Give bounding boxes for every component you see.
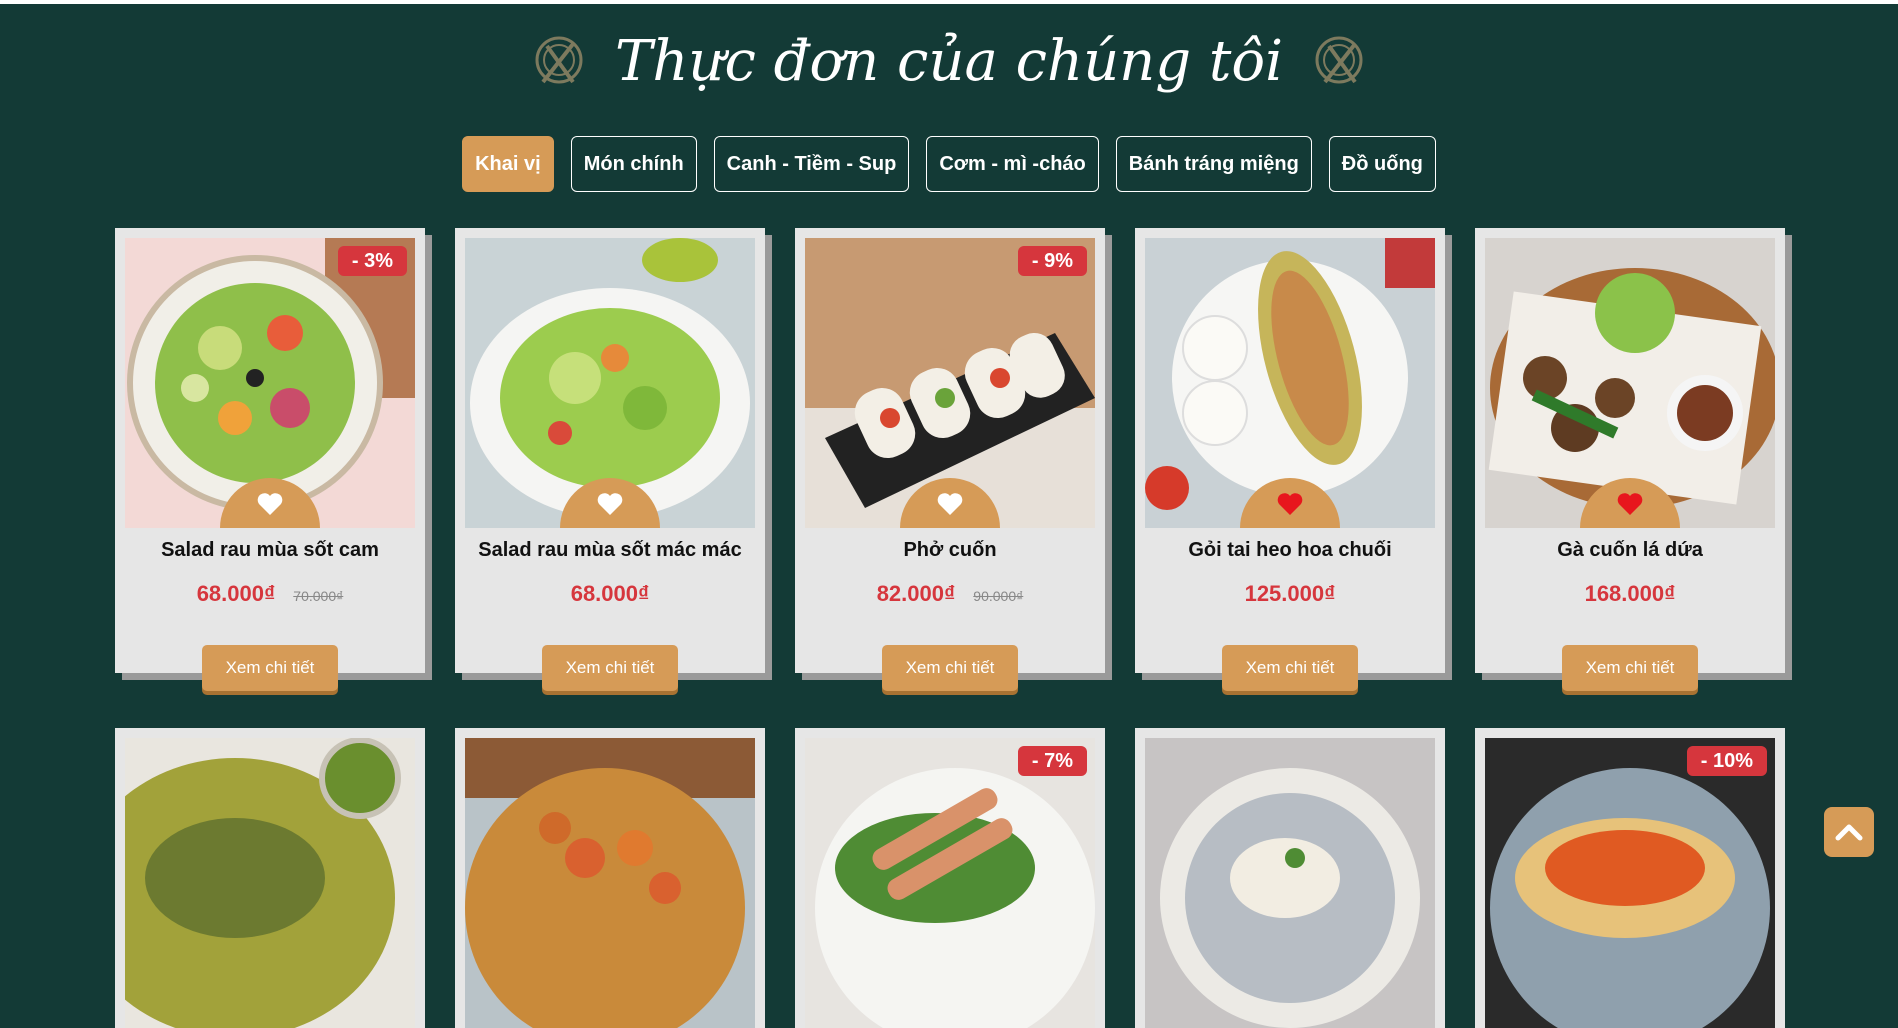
menu-card[interactable]: Gỏi tai heo hoa chuối 125.000₫ Xem chi t… xyxy=(1135,228,1445,691)
plate-fork-knife-icon xyxy=(1315,36,1363,84)
view-details-button[interactable]: Xem chi tiết xyxy=(542,645,678,691)
current-price: 82.000₫ xyxy=(876,581,956,606)
menu-card[interactable] xyxy=(1135,728,1445,1028)
discount-badge: - 7% xyxy=(1017,746,1087,776)
food-image[interactable] xyxy=(125,738,415,1028)
current-price: 125.000₫ xyxy=(1244,581,1336,606)
tab-khai-vi[interactable]: Khai vị xyxy=(462,136,554,192)
current-price: 168.000₫ xyxy=(1584,581,1676,606)
dish-name: Phở cuốn xyxy=(903,539,997,561)
old-price: 70.000₫ xyxy=(293,588,344,604)
menu-card[interactable] xyxy=(455,728,765,1028)
view-details-button[interactable]: Xem chi tiết xyxy=(1562,645,1698,691)
page-title: Thực đơn của chúng tôi xyxy=(614,29,1284,94)
food-image[interactable] xyxy=(1145,738,1435,1028)
heart-icon xyxy=(257,493,283,515)
menu-card[interactable]: - 9% Phở cuốn 82.000₫ 90.000₫ Xem chi ti… xyxy=(795,228,1105,691)
food-image[interactable] xyxy=(805,738,1095,1028)
heart-icon xyxy=(1617,493,1643,515)
food-image[interactable] xyxy=(1485,738,1775,1028)
dish-name: Salad rau mùa sốt cam xyxy=(161,539,379,561)
menu-card[interactable]: - 3% Salad rau mùa sốt cam 68.000₫ 70.00… xyxy=(115,228,425,691)
price-row: 68.000₫ xyxy=(455,581,765,607)
view-details-button[interactable]: Xem chi tiết xyxy=(882,645,1018,691)
discount-badge: - 10% xyxy=(1686,746,1767,776)
menu-card[interactable]: - 7% xyxy=(795,728,1105,1028)
category-tabs: Khai vị Món chính Canh - Tiềm - Sup Cơm … xyxy=(0,136,1898,192)
dish-name: Gỏi tai heo hoa chuối xyxy=(1188,539,1392,561)
dish-name: Gà cuốn lá dứa xyxy=(1557,539,1703,561)
dish-name: Salad rau mùa sốt mác mác xyxy=(478,539,742,561)
current-price: 68.000₫ xyxy=(570,581,650,606)
heart-icon xyxy=(1277,493,1303,515)
view-details-button[interactable]: Xem chi tiết xyxy=(1222,645,1358,691)
price-row: 82.000₫ 90.000₫ xyxy=(795,581,1105,607)
price-row: 125.000₫ xyxy=(1135,581,1445,607)
tab-canh-tiem-sup[interactable]: Canh - Tiềm - Sup xyxy=(713,136,910,192)
scroll-to-top-button[interactable] xyxy=(1824,807,1874,857)
old-price: 90.000₫ xyxy=(973,588,1024,604)
heart-icon xyxy=(937,493,963,515)
discount-badge: - 3% xyxy=(337,246,407,276)
tab-do-uong[interactable]: Đồ uống xyxy=(1328,136,1436,192)
menu-card[interactable] xyxy=(115,728,425,1028)
menu-header: Thực đơn của chúng tôi xyxy=(0,22,1898,102)
tab-banh-trang-mieng[interactable]: Bánh tráng miệng xyxy=(1115,136,1312,192)
menu-card[interactable]: Salad rau mùa sốt mác mác 68.000₫ Xem ch… xyxy=(455,228,765,691)
tab-mon-chinh[interactable]: Món chính xyxy=(570,136,697,192)
tab-com-mi-chao[interactable]: Cơm - mì -cháo xyxy=(926,136,1099,192)
chevron-up-icon xyxy=(1835,824,1863,841)
price-row: 68.000₫ 70.000₫ xyxy=(115,581,425,607)
price-row: 168.000₫ xyxy=(1475,581,1785,607)
view-details-button[interactable]: Xem chi tiết xyxy=(202,645,338,691)
plate-fork-knife-icon xyxy=(535,36,583,84)
menu-card[interactable]: Gà cuốn lá dứa 168.000₫ Xem chi tiết xyxy=(1475,228,1785,691)
top-border xyxy=(0,0,1898,4)
menu-card[interactable]: - 10% xyxy=(1475,728,1785,1028)
current-price: 68.000₫ xyxy=(196,581,276,606)
food-image[interactable] xyxy=(465,738,755,1028)
heart-icon xyxy=(597,493,623,515)
discount-badge: - 9% xyxy=(1017,246,1087,276)
